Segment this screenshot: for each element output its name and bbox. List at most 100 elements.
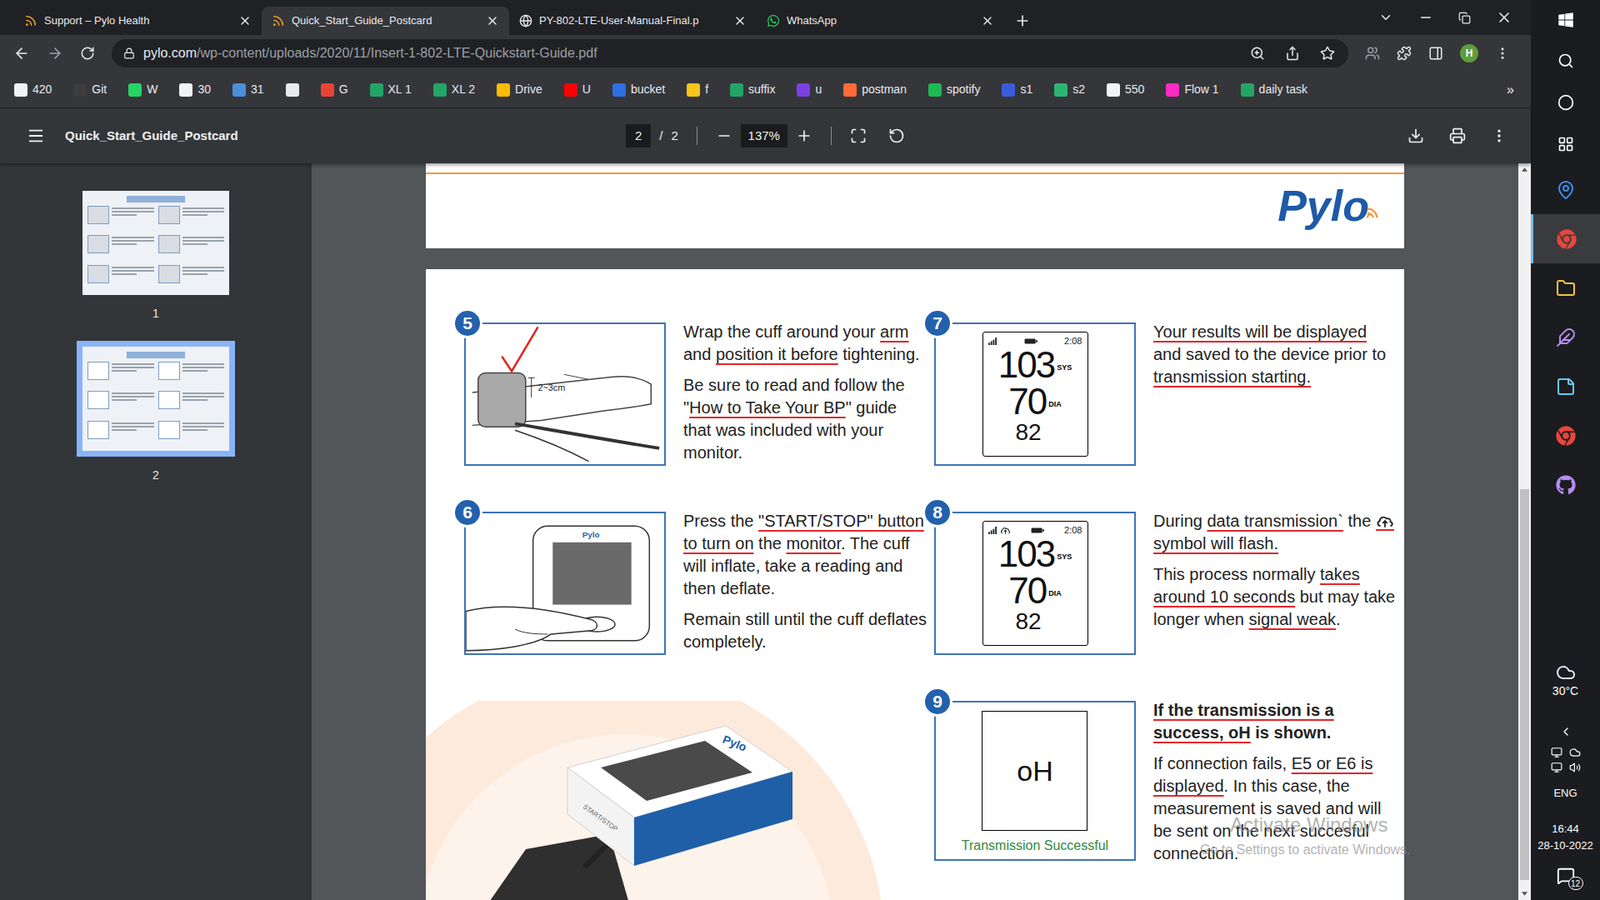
taskbar-app[interactable] <box>1530 263 1600 313</box>
zoom-in-icon[interactable] <box>795 127 813 145</box>
cortana-icon[interactable] <box>1557 94 1575 111</box>
fit-page-icon[interactable] <box>850 127 867 145</box>
page-thumbnail[interactable]: 1 <box>82 190 230 323</box>
more-icon[interactable] <box>1490 127 1508 145</box>
page-thumbnail[interactable]: 2 <box>76 340 235 485</box>
weather[interactable]: 30°C <box>1552 662 1579 700</box>
zoom-icon[interactable] <box>1250 45 1265 61</box>
browser-tab[interactable]: WhatsApp <box>756 6 1005 35</box>
volume-icon[interactable] <box>1569 761 1581 774</box>
task-view-icon[interactable] <box>1557 135 1575 153</box>
bookmark-icon <box>496 83 510 97</box>
bookmark-icon <box>370 83 384 97</box>
bookmarks-more[interactable]: » <box>1506 80 1515 100</box>
browser-tab[interactable]: Quick_Start_Guide_Postcard <box>261 6 510 35</box>
browser-chrome: Support – Pylo HealthQuick_Start_Guide_P… <box>0 0 1531 109</box>
extension-icon[interactable] <box>1365 45 1380 61</box>
cloud-upload-icon <box>1375 513 1395 530</box>
onedrive-icon[interactable] <box>1569 746 1581 759</box>
page-input[interactable]: 2 <box>625 124 651 148</box>
scrollbar[interactable] <box>1518 163 1531 900</box>
bookmark[interactable]: XL 1 <box>370 80 412 99</box>
scrollbar-thumb[interactable] <box>1520 489 1530 881</box>
rotate-icon[interactable] <box>888 127 905 145</box>
battery-icon <box>1024 338 1038 345</box>
close-icon[interactable] <box>733 14 747 28</box>
step-paragraph: This process normally takes around 10 se… <box>1153 563 1397 631</box>
sidebar-toggle-icon[interactable] <box>26 126 45 145</box>
bookmark[interactable]: 420 <box>14 80 52 99</box>
bookmark[interactable]: 550 <box>1106 80 1145 99</box>
minimize-icon[interactable] <box>1418 10 1434 25</box>
bookmark-icon <box>179 83 193 97</box>
browser-tab[interactable]: Support – Pylo Health <box>14 6 262 35</box>
taskbar-app[interactable] <box>1530 312 1600 362</box>
restore-icon[interactable] <box>1458 11 1471 25</box>
bookmark[interactable]: Drive <box>496 80 543 99</box>
zoom-out-icon[interactable] <box>715 127 733 145</box>
clock-date[interactable]: 28-10-2022 <box>1537 837 1594 855</box>
bookmark[interactable]: G <box>320 80 349 99</box>
taskbar-app[interactable] <box>1530 361 1600 411</box>
forward-icon[interactable] <box>46 45 64 62</box>
language[interactable]: ENG <box>1553 785 1577 802</box>
bookmark[interactable]: 31 <box>232 80 265 99</box>
side-panel-icon[interactable] <box>1428 45 1444 61</box>
step-paragraph: If the transmission is a success, oH is … <box>1153 699 1397 745</box>
taskbar-app[interactable] <box>1530 410 1600 460</box>
bookmark[interactable]: bucket <box>612 80 665 99</box>
bookmark[interactable]: 30 <box>179 80 211 99</box>
step-paragraph: Your results will be displayed and saved… <box>1153 320 1397 389</box>
bookmark[interactable]: postman <box>843 80 907 99</box>
bookmark[interactable]: U <box>564 80 591 99</box>
close-icon[interactable] <box>980 14 995 28</box>
bookmark[interactable]: W <box>128 80 158 99</box>
browser-tab[interactable]: PY-802-LTE-User-Manual-Final.p <box>509 6 757 35</box>
print-icon[interactable] <box>1449 127 1466 145</box>
network-icon[interactable] <box>1550 761 1563 774</box>
tray-chevron-icon[interactable] <box>1559 725 1573 739</box>
bookmark-star-icon[interactable] <box>1320 45 1335 61</box>
bookmark[interactable]: Git <box>73 80 107 99</box>
bookmark[interactable]: suffix <box>730 80 775 99</box>
back-icon[interactable] <box>13 45 30 62</box>
taskbar-app[interactable] <box>1530 460 1600 510</box>
step-paragraph: Press the "START/STOP" button to turn on… <box>683 510 927 600</box>
device-icon[interactable] <box>1550 746 1563 759</box>
windows-icon[interactable] <box>1557 11 1575 29</box>
bookmark[interactable]: s2 <box>1054 80 1085 99</box>
folder-icon <box>1555 278 1576 299</box>
download-icon[interactable] <box>1407 127 1425 145</box>
figure-caption: Transmission Successful <box>961 835 1109 856</box>
bookmark[interactable]: daily task <box>1240 80 1308 99</box>
menu-icon[interactable] <box>1495 45 1510 61</box>
extensions-icon[interactable] <box>1396 45 1412 61</box>
profile-avatar[interactable]: H <box>1460 44 1479 63</box>
search-icon[interactable] <box>1557 52 1575 70</box>
pylo-icon <box>271 14 285 28</box>
bookmark[interactable]: u <box>796 80 822 99</box>
taskbar-app[interactable] <box>1530 214 1600 264</box>
share-icon[interactable] <box>1285 45 1300 61</box>
bookmark[interactable]: spotify <box>928 80 980 99</box>
bookmark[interactable]: XL 2 <box>433 80 475 99</box>
taskbar-app[interactable] <box>1530 165 1600 215</box>
bookmark-icon <box>320 83 335 97</box>
zoom-input[interactable]: 137% <box>740 124 788 148</box>
close-icon[interactable] <box>238 14 252 28</box>
new-tab-icon[interactable] <box>1014 12 1031 30</box>
close-icon[interactable] <box>485 14 500 28</box>
bookmark[interactable]: f <box>686 80 709 99</box>
omnibox[interactable]: pylo.com/wp-content/uploads/2020/11/Inse… <box>111 39 1349 68</box>
bookmark[interactable] <box>285 83 300 97</box>
step-figure: 2~3cm <box>464 322 666 466</box>
signal-icon <box>988 526 998 535</box>
clock-time[interactable]: 16:44 <box>1551 820 1580 838</box>
lcd-screen: 2:08103SYS70DIA82 <box>982 520 1089 646</box>
tab-search-icon[interactable] <box>1378 10 1394 25</box>
reload-icon[interactable] <box>80 45 95 61</box>
bookmark[interactable]: Flow 1 <box>1165 80 1219 99</box>
notifications[interactable]: 12 <box>1556 866 1575 885</box>
close-window-icon[interactable] <box>1495 9 1513 26</box>
bookmark[interactable]: s1 <box>1001 80 1033 99</box>
